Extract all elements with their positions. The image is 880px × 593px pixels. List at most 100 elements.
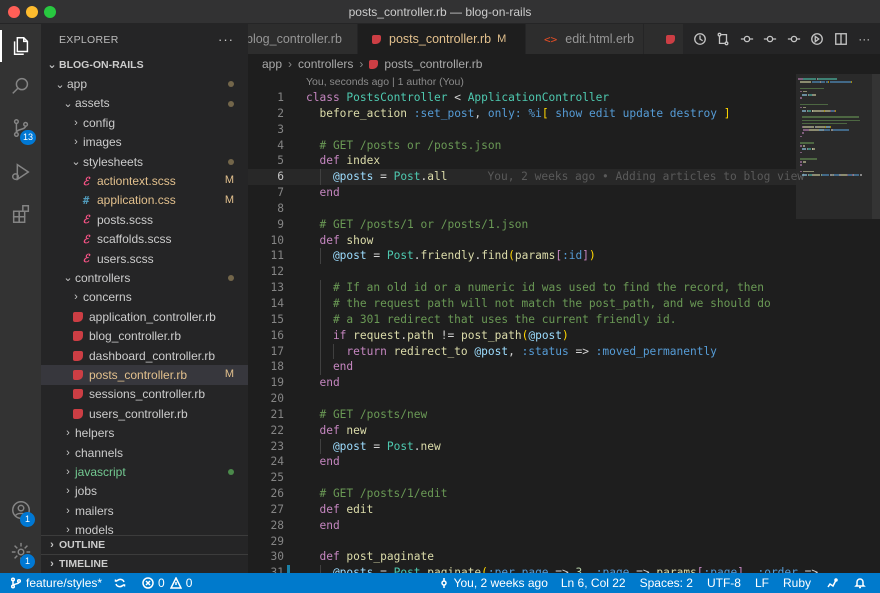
- code-line[interactable]: 28 end: [248, 518, 796, 534]
- code-line[interactable]: 2 before_action :set_post, only: %i[ sho…: [248, 106, 796, 122]
- code-line[interactable]: 5 def index: [248, 153, 796, 169]
- code-line[interactable]: 20: [248, 391, 796, 407]
- problems-indicator[interactable]: 0 0: [136, 573, 198, 593]
- toggle-blame-icon[interactable]: [809, 31, 825, 47]
- code-area[interactable]: 1 class PostsController < ApplicationCont…: [248, 90, 818, 573]
- tree-item-label: users_controller.rb: [89, 406, 188, 421]
- sync-icon[interactable]: [108, 573, 136, 593]
- tree-folder[interactable]: › helpers: [41, 423, 248, 442]
- code-line[interactable]: 1 class PostsController < ApplicationCont…: [248, 90, 796, 106]
- breadcrumb-item-app[interactable]: app: [262, 57, 282, 71]
- search-icon[interactable]: [0, 66, 41, 106]
- code-line[interactable]: 14 # the request path will not match the…: [248, 295, 796, 312]
- tree-file[interactable]: ℰusers.scss: [41, 249, 248, 268]
- code-line[interactable]: 11 @post = Post.friendly.find(params[:id…: [248, 248, 796, 265]
- commit-icon[interactable]: [739, 31, 755, 47]
- code-line[interactable]: 30 def post_paginate: [248, 549, 796, 565]
- minimap[interactable]: [796, 74, 872, 573]
- code-line[interactable]: 9 # GET /posts/1 or /posts/1.json: [248, 217, 796, 233]
- indentation[interactable]: Spaces: 2: [633, 573, 700, 593]
- code-line[interactable]: 13 # If an old id or a numeric id was us…: [248, 280, 796, 296]
- tree-file[interactable]: ℰactiontext.scss M: [41, 171, 248, 190]
- code-line[interactable]: 26 # GET /posts/1/edit: [248, 486, 796, 502]
- code-line[interactable]: 4 # GET /posts or /posts.json: [248, 138, 796, 154]
- tree-file[interactable]: posts_controller.rb M: [41, 365, 248, 385]
- blame-status[interactable]: You, 2 weeks ago: [432, 573, 554, 593]
- next-commit-icon[interactable]: [786, 31, 802, 47]
- tree-folder[interactable]: ⌄ stylesheets: [41, 152, 248, 171]
- vertical-scrollbar[interactable]: [872, 74, 880, 573]
- code-line[interactable]: 18 end: [248, 359, 796, 376]
- code-line[interactable]: 22 def new: [248, 423, 796, 439]
- tree-folder[interactable]: › images: [41, 133, 248, 152]
- minimap-viewport[interactable]: [796, 74, 872, 219]
- code-line[interactable]: 6 @posts = Post.all You, 2 weeks ago • Ad…: [248, 169, 804, 186]
- tree-folder[interactable]: › jobs: [41, 482, 248, 501]
- extensions-icon[interactable]: [0, 194, 41, 234]
- blame-codelens[interactable]: You, seconds ago | 1 author (You): [306, 76, 464, 88]
- tree-file[interactable]: # application.css M: [41, 191, 248, 210]
- code-line[interactable]: 17 return redirect_to @post, :status => …: [248, 343, 796, 360]
- source-control-icon[interactable]: 13: [0, 108, 41, 148]
- tree-folder[interactable]: › javascript: [41, 462, 248, 481]
- explorer-icon[interactable]: [0, 26, 41, 66]
- code-line[interactable]: 31 @posts = Post.paginate(:per_page => 3…: [248, 565, 818, 573]
- code-editor[interactable]: You, seconds ago | 1 author (You) 1 class…: [248, 74, 880, 573]
- code-line[interactable]: 23 @post = Post.new: [248, 438, 796, 455]
- tree-folder[interactable]: ⌄ app: [41, 74, 248, 93]
- tree-folder[interactable]: › config: [41, 113, 248, 132]
- code-line[interactable]: 15 # a 301 redirect that uses the curren…: [248, 311, 796, 328]
- tree-file[interactable]: application_controller.rb: [41, 307, 248, 326]
- tree-folder[interactable]: › channels: [41, 443, 248, 462]
- more-actions-icon[interactable]: ···: [218, 32, 234, 47]
- code-line[interactable]: 27 def edit: [248, 502, 796, 518]
- tab-posts-controller[interactable]: posts_controller.rb M: [358, 24, 526, 54]
- tree-folder[interactable]: › mailers: [41, 501, 248, 520]
- breadcrumb-item-controllers[interactable]: controllers: [298, 57, 353, 71]
- breadcrumb-item-file[interactable]: posts_controller.rb: [384, 57, 482, 71]
- workspace-root[interactable]: ⌄ BLOG-ON-RAILS: [41, 55, 248, 74]
- accounts-icon[interactable]: 1: [0, 490, 41, 530]
- outline-section[interactable]: › OUTLINE: [41, 535, 248, 554]
- tree-file[interactable]: sessions_controller.rb: [41, 385, 248, 404]
- code-line[interactable]: 8: [248, 201, 796, 217]
- code-line[interactable]: 10 def show: [248, 233, 796, 249]
- encoding[interactable]: UTF-8: [700, 573, 748, 593]
- history-icon[interactable]: [692, 31, 708, 47]
- tree-folder[interactable]: › concerns: [41, 288, 248, 307]
- code-line[interactable]: 12: [248, 264, 796, 280]
- language-mode[interactable]: Ruby: [776, 573, 818, 593]
- code-line[interactable]: 7 end: [248, 185, 796, 201]
- code-text: end: [306, 518, 339, 534]
- tree-file[interactable]: ℰscaffolds.scss: [41, 230, 248, 249]
- tree-folder[interactable]: ⌄ controllers: [41, 268, 248, 287]
- split-editor-icon[interactable]: [833, 31, 849, 47]
- code-line[interactable]: 25: [248, 470, 796, 486]
- tree-file[interactable]: users_controller.rb: [41, 404, 248, 423]
- feedback-icon[interactable]: [818, 573, 850, 593]
- previous-commit-icon[interactable]: [762, 31, 778, 47]
- scrollbar-thumb[interactable]: [872, 74, 880, 219]
- compare-changes-icon[interactable]: [715, 31, 731, 47]
- cursor-position[interactable]: Ln 6, Col 22: [554, 573, 633, 593]
- more-actions-icon[interactable]: ···: [856, 31, 872, 47]
- code-line[interactable]: 24 end: [248, 454, 796, 470]
- branch-indicator[interactable]: feature/styles*: [0, 573, 108, 593]
- end-of-line[interactable]: LF: [748, 573, 776, 593]
- gear-icon[interactable]: 1: [0, 532, 41, 572]
- tab-blog-controller[interactable]: blog_controller.rb: [248, 24, 358, 54]
- notifications-icon[interactable]: [850, 573, 880, 593]
- run-debug-icon[interactable]: [0, 152, 41, 192]
- code-line[interactable]: 21 # GET /posts/new: [248, 407, 796, 423]
- tree-file[interactable]: ℰposts.scss: [41, 210, 248, 229]
- tree-file[interactable]: blog_controller.rb: [41, 326, 248, 345]
- code-line[interactable]: 29: [248, 534, 796, 550]
- timeline-section[interactable]: › TIMELINE: [41, 554, 248, 573]
- code-line[interactable]: 16 if request.path != post_path(@post): [248, 327, 796, 344]
- code-line[interactable]: 3: [248, 122, 796, 138]
- tab-edit-html[interactable]: <> edit.html.erb: [526, 24, 644, 54]
- tab-overflow[interactable]: p: [644, 24, 684, 54]
- tree-file[interactable]: dashboard_controller.rb: [41, 346, 248, 365]
- tree-folder[interactable]: ⌄ assets: [41, 94, 248, 113]
- code-line[interactable]: 19 end: [248, 375, 796, 391]
